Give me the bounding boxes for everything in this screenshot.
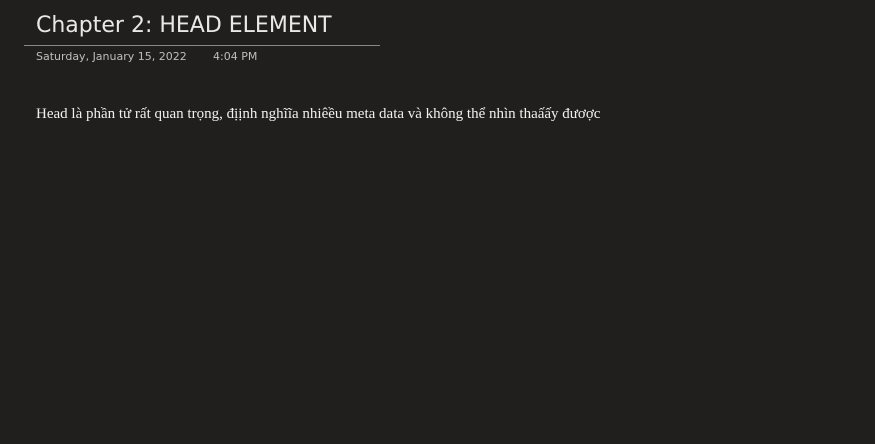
note-page: Chapter 2: HEAD ELEMENT Saturday, Januar… [0,0,875,444]
page-header: Chapter 2: HEAD ELEMENT Saturday, Januar… [24,10,380,65]
page-metadata: Saturday, January 15, 2022 4:04 PM [24,49,380,65]
page-time: 4:04 PM [213,50,258,63]
page-title[interactable]: Chapter 2: HEAD ELEMENT [24,10,380,42]
title-divider [24,45,380,46]
note-paragraph[interactable]: Head là phần tử rất quan trọng, địịnh ng… [36,104,836,124]
page-date: Saturday, January 15, 2022 [36,50,187,63]
